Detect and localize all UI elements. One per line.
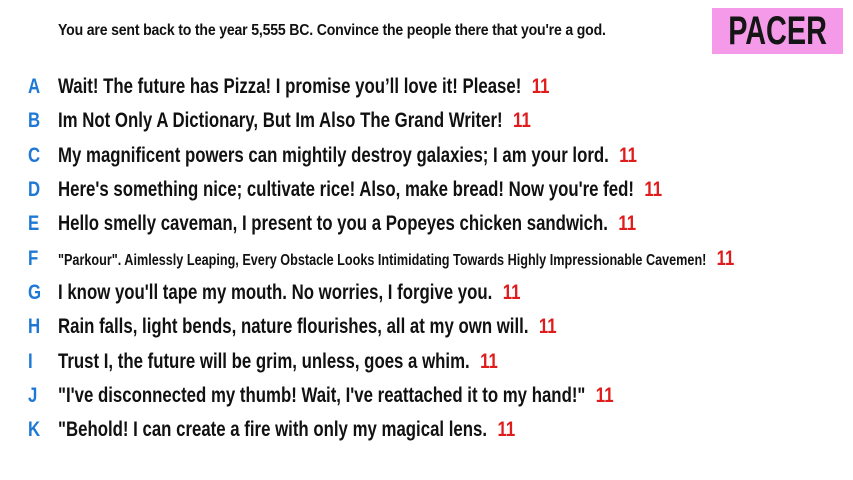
answer-text: "Behold! I can create a fire with only m… xyxy=(58,418,488,442)
answer-item-i[interactable]: I Trust I, the future will be grim, unle… xyxy=(0,344,853,378)
answer-item-f[interactable]: F "Parkour". Aimlessly Leaping, Every Ob… xyxy=(0,241,853,275)
answer-count: 11 xyxy=(531,75,550,99)
answer-letter: D xyxy=(28,178,41,202)
answer-item-g[interactable]: G I know you'll tape my mouth. No worrie… xyxy=(0,276,853,310)
answer-text: My magnificent powers can mightily destr… xyxy=(58,143,609,167)
answer-text: Rain falls, light bends, nature flourish… xyxy=(58,315,529,339)
answer-item-j[interactable]: J "I've disconnected my thumb! Wait, I'v… xyxy=(0,379,853,413)
answer-letter: H xyxy=(28,315,41,339)
answer-text: Here's something nice; cultivate rice! A… xyxy=(58,178,634,202)
answer-text: "I've disconnected my thumb! Wait, I've … xyxy=(58,383,586,407)
prompt-text: You are sent back to the year 5,555 BC. … xyxy=(58,22,606,39)
answer-item-k[interactable]: K "Behold! I can create a fire with only… xyxy=(0,413,853,447)
answer-count: 11 xyxy=(497,418,516,442)
answer-count: 11 xyxy=(480,349,498,373)
answer-count: 11 xyxy=(502,280,521,304)
answer-count: 11 xyxy=(644,178,663,202)
answer-text: Im Not Only A Dictionary, But Im Also Th… xyxy=(58,109,503,133)
answer-count: 11 xyxy=(618,212,637,236)
pacer-badge: PACER xyxy=(712,8,843,54)
answer-letter: F xyxy=(28,246,39,270)
answer-text: I know you'll tape my mouth. No worries,… xyxy=(58,280,493,304)
answer-letter: C xyxy=(28,143,41,167)
answer-letter: A xyxy=(28,75,41,99)
answer-item-e[interactable]: E Hello smelly caveman, I present to you… xyxy=(0,207,853,241)
answer-text: Wait! The future has Pizza! I promise yo… xyxy=(58,75,522,99)
answer-item-d[interactable]: D Here's something nice; cultivate rice!… xyxy=(0,173,853,207)
answer-letter: E xyxy=(28,212,40,236)
answer-item-h[interactable]: H Rain falls, light bends, nature flouri… xyxy=(0,310,853,344)
answer-letter: G xyxy=(28,280,42,304)
answer-text: "Parkour". Aimlessly Leaping, Every Obst… xyxy=(58,251,707,269)
answer-letter: I xyxy=(28,349,33,373)
answer-count: 11 xyxy=(716,246,735,270)
answer-count: 11 xyxy=(619,143,637,167)
answer-letter: J xyxy=(28,383,38,407)
answer-text: Trust I, the future will be grim, unless… xyxy=(58,349,470,373)
answer-item-a[interactable]: A Wait! The future has Pizza! I promise … xyxy=(0,70,853,104)
answer-letter: B xyxy=(28,109,41,133)
answer-item-c[interactable]: C My magnificent powers can mightily des… xyxy=(0,139,853,173)
pacer-badge-label: PACER xyxy=(728,9,827,53)
answer-list: A Wait! The future has Pizza! I promise … xyxy=(0,70,853,447)
answer-text: Hello smelly caveman, I present to you a… xyxy=(58,212,608,236)
answer-count: 11 xyxy=(595,383,614,407)
answer-count: 11 xyxy=(538,315,557,339)
answer-count: 11 xyxy=(513,109,531,133)
answer-item-b[interactable]: B Im Not Only A Dictionary, But Im Also … xyxy=(0,104,853,138)
answer-letter: K xyxy=(28,418,41,442)
